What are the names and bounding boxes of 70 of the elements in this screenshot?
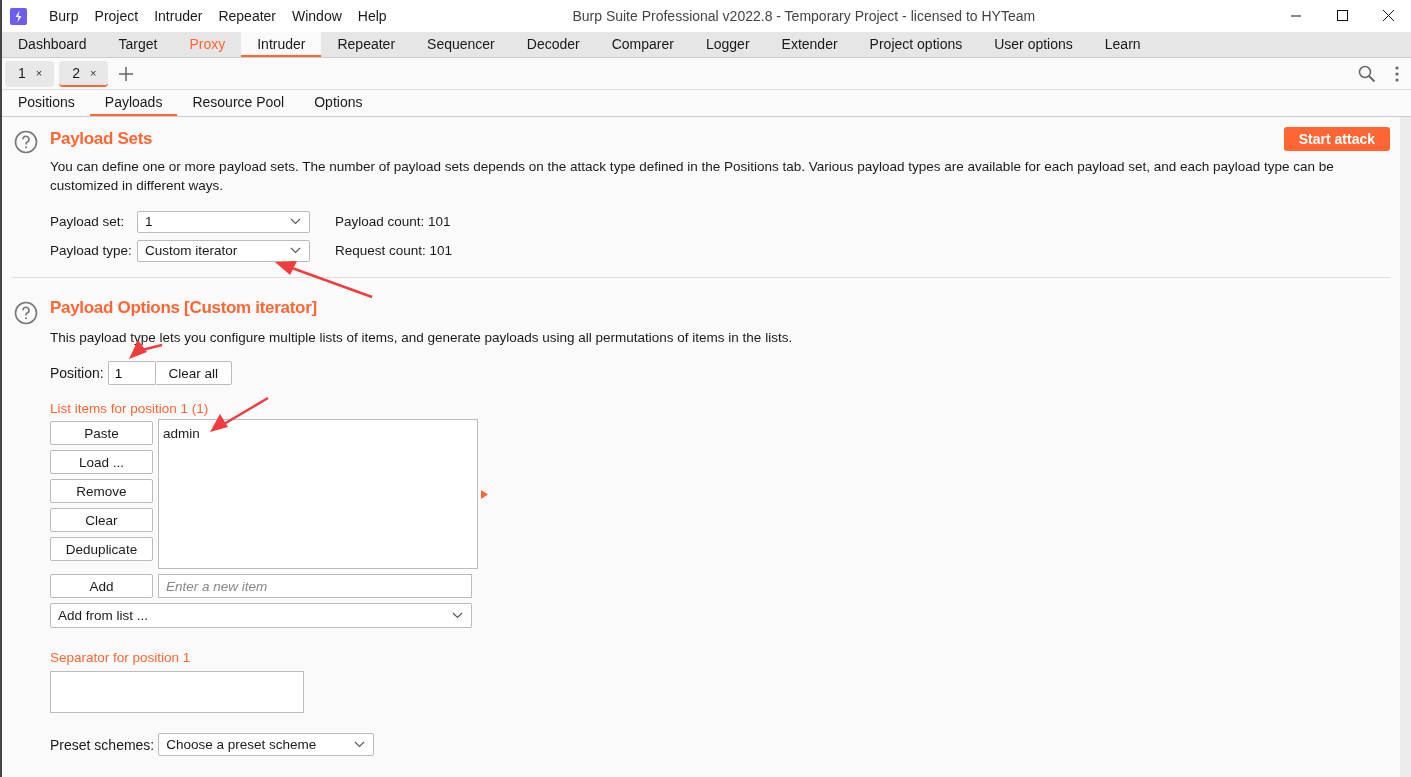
- list-action-button[interactable]: Clear: [50, 508, 153, 532]
- menu-item[interactable]: Help: [349, 8, 395, 24]
- attack-tab[interactable]: 2 ×: [59, 60, 109, 87]
- sub-tab[interactable]: Positions: [3, 90, 90, 116]
- dropdown[interactable]: 1: [137, 210, 310, 233]
- position-field[interactable]: 1: [107, 361, 155, 385]
- chevron-down-icon: [290, 247, 301, 254]
- main-tab[interactable]: Sequencer: [411, 32, 511, 57]
- field-label: Payload type:: [50, 243, 133, 258]
- main-tab[interactable]: User options: [978, 32, 1089, 57]
- sub-tab[interactable]: Resource Pool: [177, 90, 300, 116]
- menu-item[interactable]: Project: [86, 8, 147, 24]
- main-tab[interactable]: Intruder: [241, 32, 322, 57]
- triangle-right-icon[interactable]: [481, 490, 488, 499]
- count-text: Payload count: 101: [335, 214, 451, 229]
- help-icon[interactable]: [14, 130, 38, 154]
- main-tab[interactable]: Learn: [1088, 32, 1157, 57]
- new-item-field[interactable]: Enter a new item: [158, 574, 472, 598]
- section-title: Payload Sets: [50, 129, 153, 149]
- close-tab-button[interactable]: ×: [35, 66, 43, 79]
- chevron-down-icon: [290, 218, 301, 225]
- main-tab[interactable]: Comparer: [595, 32, 690, 57]
- chevron-down-icon: [452, 612, 463, 619]
- list-label: List items for position 1 (1): [50, 401, 210, 416]
- main-tab[interactable]: Dashboard: [2, 32, 103, 57]
- field-label: Payload set:: [50, 214, 126, 229]
- list-action-button[interactable]: Deduplicate: [50, 537, 153, 561]
- chevron-down-icon: [354, 741, 366, 748]
- separator-label: Separator for position 1: [50, 650, 192, 665]
- app-logo-icon: [10, 7, 27, 25]
- menu-item[interactable]: Repeater: [210, 8, 284, 24]
- field-label: Preset schemes:: [50, 736, 155, 753]
- section-title: Payload Options [Custom iterator]: [50, 298, 318, 318]
- item-list[interactable]: admin: [158, 419, 478, 569]
- more-options-icon[interactable]: [1395, 65, 1399, 82]
- clear-all-button[interactable]: Clear all: [154, 361, 232, 385]
- main-tab[interactable]: Decoder: [510, 32, 596, 57]
- main-tab[interactable]: Repeater: [321, 32, 412, 57]
- attack-tab[interactable]: 1 ×: [5, 60, 55, 87]
- section-description: This payload type lets you configure multiple lists of items, and generate payloads using all permutations of items in the lists.: [50, 329, 793, 347]
- section-description: You can define one or more payload sets. The number of payload sets depends on the attack type defined in the Positions tab. Various payload types are available for each payload set, and each payload type can be customized in different ways.: [50, 158, 1335, 195]
- separator-field[interactable]: [50, 671, 304, 713]
- menu-item[interactable]: Window: [284, 8, 350, 24]
- main-tab[interactable]: Project options: [853, 32, 979, 57]
- add-from-list-dropdown[interactable]: Add from list ...: [50, 603, 472, 628]
- close-tab-button[interactable]: ×: [90, 66, 97, 79]
- help-icon[interactable]: [14, 301, 38, 325]
- dropdown[interactable]: Custom iterator: [137, 239, 310, 262]
- menu-item[interactable]: Intruder: [146, 8, 211, 24]
- sub-tab[interactable]: Options: [299, 90, 378, 116]
- main-tab[interactable]: Target: [102, 32, 174, 57]
- count-text: Request count: 101: [335, 243, 453, 258]
- window-title: Burp Suite Professional v2022.8 - Temporary Project - licensed to HYTeam: [571, 8, 1037, 24]
- scrollbar[interactable]: [1400, 117, 1411, 777]
- list-action-button[interactable]: Remove: [50, 479, 153, 503]
- list-item[interactable]: admin: [162, 425, 474, 442]
- add-button[interactable]: Add: [50, 574, 153, 598]
- annotation-arrow: [210, 396, 269, 432]
- plus-icon[interactable]: [119, 66, 134, 81]
- tab-number: 2: [72, 64, 81, 81]
- field-label: Position:: [50, 365, 104, 381]
- preset-dropdown[interactable]: Choose a preset scheme: [158, 733, 375, 756]
- main-tab[interactable]: Logger: [689, 32, 766, 57]
- menu-item[interactable]: Burp: [41, 8, 87, 24]
- sub-tab[interactable]: Payloads: [89, 90, 178, 116]
- tab-number: 1: [18, 64, 26, 81]
- list-action-button[interactable]: Load ...: [50, 450, 153, 474]
- main-tab[interactable]: Extender: [765, 32, 854, 57]
- list-action-button[interactable]: Paste: [50, 421, 153, 445]
- search-icon[interactable]: [1358, 64, 1376, 83]
